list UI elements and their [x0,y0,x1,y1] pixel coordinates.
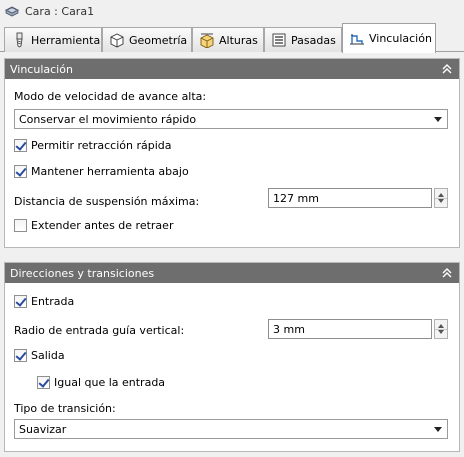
face-icon [5,6,19,17]
collapse-chevron-icon[interactable] [440,266,454,280]
tab-herramienta[interactable]: Herramienta [4,27,102,52]
max-stay-down-value: 127 mm [273,191,319,205]
exit-label: Salida [31,349,65,362]
extend-before-retract-label: Extender antes de retraer [31,219,174,232]
vertical-lead-radius-value: 3 mm [273,322,305,336]
vertical-lead-radius-label: Radio de entrada guía vertical: [14,324,185,337]
keep-tool-down-checkbox[interactable] [14,165,27,178]
tab-label: Herramienta [31,33,101,47]
tab-geometria[interactable]: Geometría [102,27,192,52]
transition-type-label: Tipo de transición: [14,402,116,415]
transitions-section: Direcciones y transiciones Entrada Radio… [4,262,460,452]
max-stay-down-spinner[interactable] [434,188,448,208]
tab-label: Alturas [219,33,258,47]
rapid-mode-label: Modo de velocidad de avance alta: [14,90,207,103]
allow-rapid-retract-checkbox[interactable] [14,139,27,152]
extend-before-retract-checkbox[interactable] [14,219,27,232]
section-title: Direcciones y transiciones [10,266,155,280]
transition-type-value: Suavizar [19,422,67,436]
exit-checkbox[interactable] [14,349,27,362]
section-title: Vinculación [10,62,73,76]
keep-tool-down-label: Mantener herramienta abajo [31,165,189,178]
entry-label: Entrada [31,295,75,308]
spin-up-icon[interactable] [438,324,444,328]
section-header-linking[interactable]: Vinculación [5,59,459,79]
dropdown-arrow-icon [434,117,442,122]
transition-type-dropdown[interactable]: Suavizar [14,419,448,439]
vertical-lead-radius-input[interactable]: 3 mm [268,319,432,339]
tab-bar: Herramienta Geometría Alturas Pasadas Vi… [0,22,464,53]
spin-up-icon[interactable] [438,193,444,197]
section-header-transitions[interactable]: Direcciones y transiciones [5,263,459,283]
collapse-chevron-icon[interactable] [440,62,454,76]
vertical-lead-radius-spinner[interactable] [434,319,448,339]
entry-checkbox[interactable] [14,295,27,308]
window-titlebar: Cara : Cara1 [0,0,464,22]
rapid-mode-dropdown[interactable]: Conservar el movimiento rápido [14,109,448,129]
tab-label: Vinculación [369,32,432,45]
linking-icon [350,34,364,44]
allow-rapid-retract-label: Permitir retracción rápida [31,139,172,152]
tab-pasadas[interactable]: Pasadas [264,27,342,52]
tab-label: Geometría [129,33,188,47]
rapid-mode-value: Conservar el movimiento rápido [19,112,197,126]
tool-icon [16,32,23,48]
tab-vinculacion[interactable]: Vinculación [342,23,436,53]
spin-down-icon[interactable] [438,330,444,334]
heights-icon [200,33,214,48]
cube-icon [110,33,124,48]
linking-section: Vinculación Modo de velocidad de avance … [4,58,460,248]
tab-label: Pasadas [291,33,336,47]
max-stay-down-input[interactable]: 127 mm [268,188,432,208]
window-title: Cara : Cara1 [25,4,95,18]
same-as-entry-label: Igual que la entrada [54,376,166,389]
tab-alturas[interactable]: Alturas [192,27,264,52]
spin-down-icon[interactable] [438,199,444,203]
same-as-entry-checkbox[interactable] [37,376,50,389]
passes-icon [272,33,286,47]
max-stay-down-label: Distancia de suspensión máxima: [14,195,200,208]
dropdown-arrow-icon [434,427,442,432]
